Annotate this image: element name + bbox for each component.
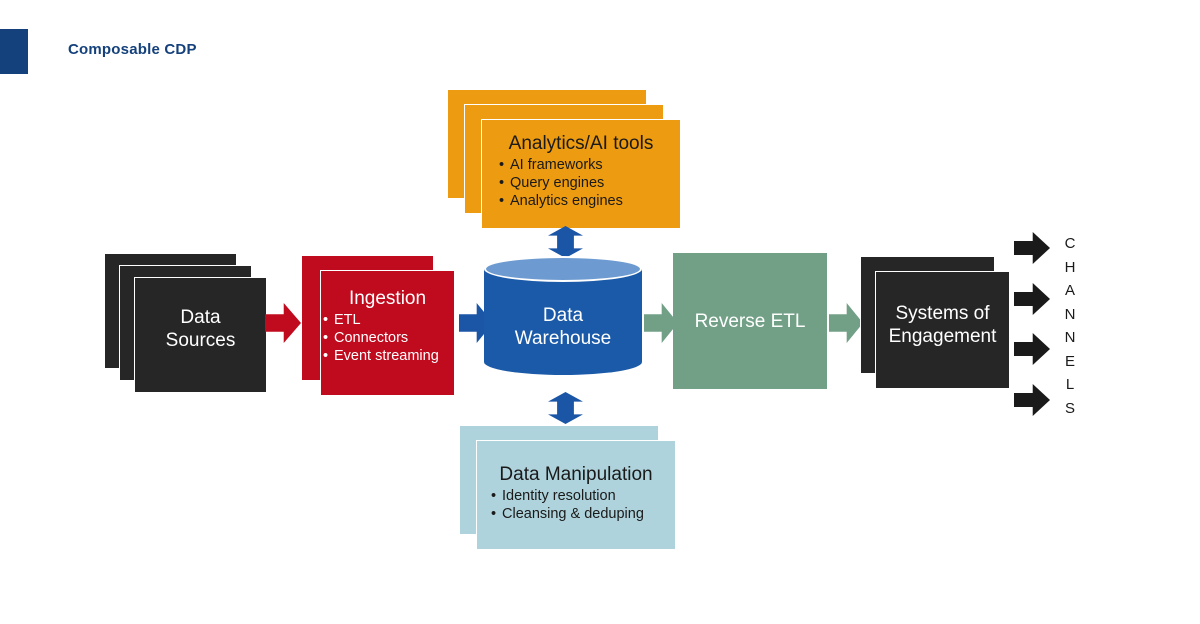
data-warehouse-label: Data Warehouse [484,304,642,350]
arrow-sources-to-ingestion [265,303,301,343]
channels-letter: C [1064,235,1076,252]
ingestion-bullet: Connectors [321,329,454,347]
reverse-etl-title: Reverse ETL [694,311,806,332]
ingestion-title: Ingestion [348,288,427,309]
channels-letter: A [1064,282,1075,299]
data-manipulation-bullet: Cleansing & deduping [489,505,675,523]
ingestion-bullet: Event streaming [321,347,454,365]
diagram-canvas: Composable CDP Data Sources Ingestion ET… [0,0,1200,624]
data-sources-title-line2: Sources [165,330,236,351]
systems-of-engagement-title-line2: Engagement [888,326,997,347]
brand-accent-square [0,29,28,74]
channel-arrow-1 [1014,232,1050,264]
channel-arrow-2 [1014,283,1050,315]
channels-letter: N [1064,305,1076,323]
ingestion-card-front[interactable]: Ingestion ETL Connectors Event streaming [320,270,455,396]
channels-letter: E [1064,352,1075,370]
data-sources-title-line1: Data [180,307,221,328]
channels-letter: L [1065,376,1075,393]
systems-of-engagement-card-front[interactable]: Systems of Engagement [875,271,1010,389]
data-warehouse-title-line1: Data [542,305,584,326]
arrow-warehouse-to-manipulation [548,392,583,424]
analytics-bullet: Query engines [497,174,680,192]
channels-letter: N [1064,329,1076,346]
data-manipulation-card-front[interactable]: Data Manipulation Identity resolution Cl… [476,440,676,550]
data-manipulation-bullet: Identity resolution [489,487,675,505]
channel-arrow-3 [1014,333,1050,365]
arrow-warehouse-to-analytics [548,226,583,258]
data-manipulation-bullet-list: Identity resolution Cleansing & deduping [489,487,675,523]
data-warehouse-title-line2: Warehouse [514,328,612,349]
analytics-card-front[interactable]: Analytics/AI tools AI frameworks Query e… [481,119,681,229]
page-title: Composable CDP [68,41,197,58]
channels-label: C H A N N E L S [1058,232,1082,420]
ingestion-bullet: ETL [321,311,454,329]
channel-arrow-4 [1014,384,1050,416]
arrow-reverse-etl-to-systems [829,303,863,343]
channels-letter: S [1064,399,1075,417]
analytics-bullet: Analytics engines [497,192,680,210]
channels-letter: H [1064,258,1076,276]
data-sources-card-front[interactable]: Data Sources [134,277,267,393]
analytics-title: Analytics/AI tools [508,133,654,154]
data-warehouse-cylinder[interactable]: Data Warehouse [484,256,642,388]
data-warehouse-top-ellipse [484,256,642,282]
ingestion-bullet-list: ETL Connectors Event streaming [321,311,454,365]
analytics-bullet: AI frameworks [497,156,680,174]
reverse-etl-box[interactable]: Reverse ETL [673,253,827,389]
systems-of-engagement-title-line1: Systems of [895,303,990,324]
analytics-bullet-list: AI frameworks Query engines Analytics en… [497,156,680,210]
data-manipulation-title: Data Manipulation [499,464,653,485]
